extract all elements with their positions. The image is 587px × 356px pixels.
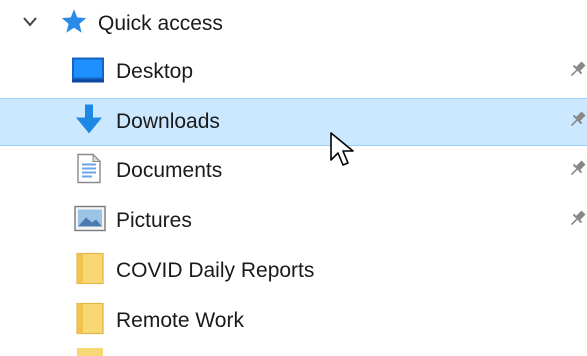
chevron-down-icon[interactable]: [22, 15, 38, 33]
pin-icon[interactable]: [568, 159, 587, 183]
item-label: Remote Work: [116, 309, 244, 332]
item-label: Desktop: [116, 60, 194, 83]
pin-icon[interactable]: [568, 60, 587, 84]
download-arrow-icon: [74, 104, 104, 141]
item-label: Documents: [116, 159, 223, 182]
mouse-cursor-icon: [330, 132, 356, 173]
pictures-icon: [74, 205, 106, 237]
quick-access-item-covid-daily-reports[interactable]: COVID Daily Reports: [0, 247, 587, 295]
pin-icon[interactable]: [568, 209, 587, 233]
item-label: COVID Daily Reports: [116, 259, 315, 282]
folder-icon: [76, 252, 104, 290]
item-label: Downloads: [116, 110, 220, 133]
navigation-pane: Quick access Desktop Downloads Documents…: [0, 0, 587, 356]
quick-access-node[interactable]: Quick access: [0, 0, 587, 48]
star-icon: [60, 8, 88, 41]
document-icon: [77, 153, 102, 189]
quick-access-item-pictures[interactable]: Pictures: [0, 197, 587, 245]
quick-access-item-remote-work[interactable]: Remote Work: [0, 297, 587, 345]
quick-access-label: Quick access: [98, 12, 223, 35]
quick-access-item-desktop[interactable]: Desktop: [0, 48, 587, 96]
item-label: Pictures: [116, 209, 192, 232]
pin-icon[interactable]: [568, 110, 587, 134]
quick-access-item-documents[interactable]: Documents: [0, 147, 587, 195]
folder-icon: [77, 348, 103, 356]
folder-icon: [76, 302, 104, 340]
quick-access-item-downloads[interactable]: Downloads: [0, 98, 587, 146]
quick-access-item-partial[interactable]: [0, 346, 587, 356]
desktop-icon: [71, 56, 105, 89]
